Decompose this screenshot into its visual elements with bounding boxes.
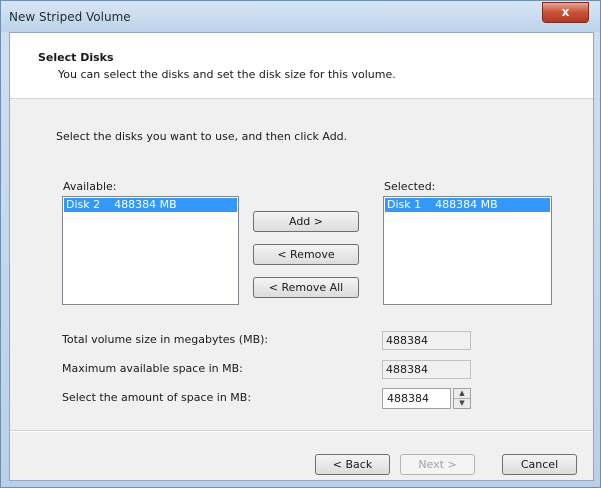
selected-listbox[interactable]: Disk 1 488384 MB [383, 196, 552, 305]
next-button[interactable]: Next > [400, 454, 475, 475]
selected-label: Selected: [384, 180, 436, 193]
window-title: New Striped Volume [9, 10, 131, 24]
close-button[interactable]: x [542, 2, 589, 23]
list-item[interactable]: Disk 1 488384 MB [385, 198, 550, 212]
amount-label: Select the amount of space in MB: [62, 391, 252, 404]
add-button[interactable]: Add > [253, 211, 359, 232]
available-listbox[interactable]: Disk 2 488384 MB [62, 196, 239, 305]
amount-spinner[interactable]: ▲ ▼ [453, 388, 471, 409]
page-title: Select Disks [38, 51, 114, 64]
amount-input[interactable]: 488384 [382, 388, 451, 409]
wizard-window: New Striped Volume x Select Disks You ca… [0, 0, 601, 488]
instruction-text: Select the disks you want to use, and th… [56, 130, 348, 143]
footer-separator [10, 430, 593, 432]
remove-all-button[interactable]: < Remove All [253, 277, 359, 298]
cancel-button[interactable]: Cancel [502, 454, 577, 475]
dialog-body: Select Disks You can select the disks an… [9, 32, 594, 481]
back-button[interactable]: < Back [315, 454, 390, 475]
spin-up-icon[interactable]: ▲ [454, 389, 470, 399]
page-subtitle: You can select the disks and set the dis… [58, 68, 396, 81]
total-size-label: Total volume size in megabytes (MB): [62, 333, 269, 346]
close-icon: x [561, 5, 570, 19]
available-label: Available: [63, 180, 117, 193]
wizard-header: Select Disks You can select the disks an… [10, 33, 593, 99]
title-bar[interactable]: New Striped Volume x [1, 1, 600, 32]
total-size-field: 488384 [382, 331, 471, 350]
max-space-field: 488384 [382, 360, 471, 379]
spin-down-icon[interactable]: ▼ [454, 399, 470, 408]
list-item[interactable]: Disk 2 488384 MB [64, 198, 237, 212]
max-space-label: Maximum available space in MB: [62, 362, 243, 375]
remove-button[interactable]: < Remove [253, 244, 359, 265]
